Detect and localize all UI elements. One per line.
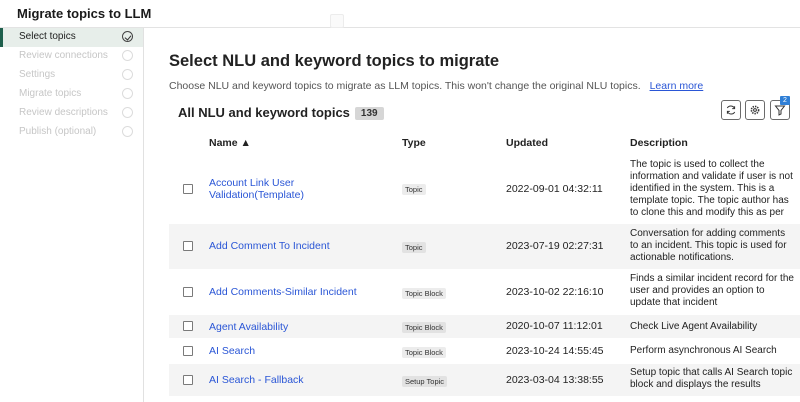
type-badge: Topic Block bbox=[402, 322, 446, 333]
description-text: Setup topic that calls AI Search topic b… bbox=[630, 367, 793, 390]
row-checkbox[interactable] bbox=[183, 375, 193, 385]
description-text: Check Live Agent Availability bbox=[630, 321, 758, 332]
type-badge: Topic Block bbox=[402, 288, 446, 299]
table-row[interactable]: Account Link User Validation(Template) T… bbox=[169, 156, 800, 223]
updated-value: 2023-03-04 13:38:55 bbox=[506, 374, 604, 386]
description-text: Perform asynchronous AI Search bbox=[630, 345, 777, 356]
filter-count-badge: 2 bbox=[780, 96, 790, 105]
topic-name-link[interactable]: Agent Availability bbox=[209, 321, 288, 333]
settings-button[interactable] bbox=[745, 100, 765, 120]
description-text: Finds a similar incident record for the … bbox=[630, 273, 794, 308]
row-checkbox[interactable] bbox=[183, 346, 193, 356]
topic-name-link[interactable]: Add Comment To Incident bbox=[209, 240, 330, 252]
page-subtitle: Choose NLU and keyword topics to migrate… bbox=[169, 80, 703, 92]
step-pending-icon bbox=[122, 88, 133, 99]
step-label: Select topics bbox=[19, 31, 76, 42]
wizard-steps: Select topics Review connections Setting… bbox=[0, 28, 144, 402]
page-title: Select NLU and keyword topics to migrate bbox=[169, 52, 500, 70]
type-badge: Setup Topic bbox=[402, 376, 448, 387]
step-label: Review connections bbox=[19, 50, 108, 61]
step-label: Publish (optional) bbox=[19, 126, 97, 137]
table-row[interactable]: AI Search Topic Block 2023-10-24 14:55:4… bbox=[169, 339, 800, 363]
topic-name-link[interactable]: Add Comments-Similar Incident bbox=[209, 286, 357, 298]
column-header-description[interactable]: Description bbox=[630, 137, 688, 149]
updated-value: 2023-07-19 02:27:31 bbox=[506, 240, 604, 252]
step-settings: Settings bbox=[0, 66, 143, 85]
updated-value: 2020-10-07 11:12:01 bbox=[506, 320, 603, 332]
step-pending-icon bbox=[122, 50, 133, 61]
list-header: All NLU and keyword topics 139 bbox=[178, 105, 384, 120]
type-badge: Topic Block bbox=[402, 347, 446, 358]
type-badge: Topic bbox=[402, 242, 426, 253]
learn-more-link[interactable]: Learn more bbox=[650, 80, 704, 92]
topic-name-link[interactable]: AI Search bbox=[209, 345, 255, 357]
gear-icon bbox=[750, 105, 760, 115]
refresh-icon bbox=[726, 105, 736, 115]
column-header-type[interactable]: Type bbox=[402, 137, 426, 149]
step-pending-icon bbox=[122, 126, 133, 137]
updated-value: 2023-10-24 14:55:45 bbox=[506, 345, 604, 357]
drag-handle-icon[interactable] bbox=[330, 14, 344, 28]
table-row[interactable]: AI Search - Fallback Setup Topic 2023-03… bbox=[169, 364, 800, 396]
step-review-descriptions: Review descriptions bbox=[0, 104, 143, 123]
topic-name-link[interactable]: Account Link User Validation(Template) bbox=[209, 177, 319, 201]
step-migrate-topics: Migrate topics bbox=[0, 85, 143, 104]
subtitle-text: Choose NLU and keyword topics to migrate… bbox=[169, 80, 641, 92]
table-row[interactable]: Add Comments-Similar Incident Topic Bloc… bbox=[169, 270, 800, 314]
row-checkbox[interactable] bbox=[183, 321, 193, 331]
step-label: Migrate topics bbox=[19, 88, 82, 99]
step-pending-icon bbox=[122, 107, 133, 118]
step-pending-icon bbox=[122, 69, 133, 80]
topic-name-link[interactable]: AI Search - Fallback bbox=[209, 374, 304, 386]
refresh-button[interactable] bbox=[721, 100, 741, 120]
step-publish: Publish (optional) bbox=[0, 123, 143, 142]
step-review-connections: Review connections bbox=[0, 47, 143, 66]
table-row[interactable]: Agent Availability Topic Block 2020-10-0… bbox=[169, 315, 800, 338]
type-badge: Topic bbox=[402, 184, 426, 195]
description-text: Conversation for adding comments to an i… bbox=[630, 228, 787, 263]
count-badge: 139 bbox=[354, 107, 384, 120]
title-bar: Migrate topics to LLM bbox=[0, 0, 800, 28]
table-row[interactable]: Add Comment To Incident Topic 2023-07-19… bbox=[169, 224, 800, 269]
list-title: All NLU and keyword topics bbox=[178, 105, 350, 120]
row-checkbox[interactable] bbox=[183, 184, 193, 194]
filter-icon bbox=[774, 105, 786, 116]
column-header-name[interactable]: Name ▲ bbox=[209, 137, 251, 149]
updated-value: 2022-09-01 04:32:11 bbox=[506, 183, 603, 195]
column-header-updated[interactable]: Updated bbox=[506, 137, 548, 149]
step-select-topics[interactable]: Select topics bbox=[0, 28, 143, 47]
step-label: Settings bbox=[19, 69, 56, 80]
updated-value: 2023-10-02 22:16:10 bbox=[506, 286, 604, 298]
step-label: Review descriptions bbox=[19, 107, 108, 118]
description-text: The topic is used to collect the informa… bbox=[630, 159, 793, 218]
step-current-icon bbox=[122, 31, 133, 42]
row-checkbox[interactable] bbox=[183, 287, 193, 297]
main-content: Select NLU and keyword topics to migrate… bbox=[145, 28, 800, 402]
window-title: Migrate topics to LLM bbox=[17, 6, 152, 21]
row-checkbox[interactable] bbox=[183, 241, 193, 251]
